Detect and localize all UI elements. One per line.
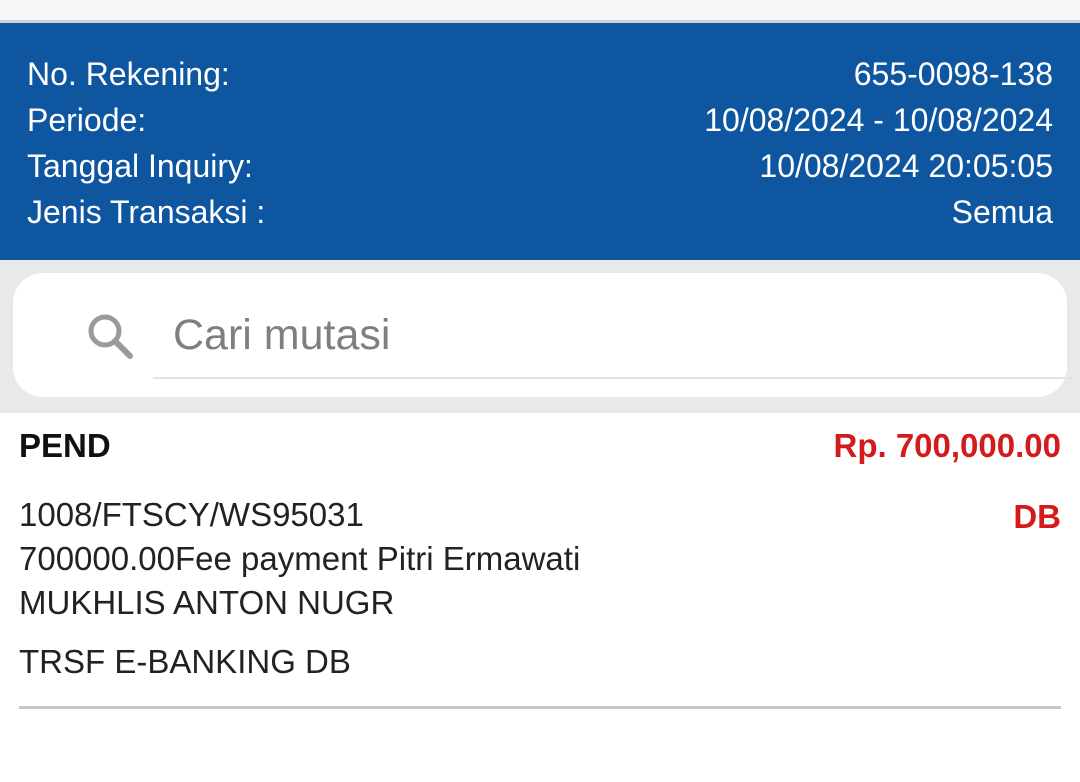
period-row: Periode: 10/08/2024 - 10/08/2024 [27,97,1053,143]
account-row: No. Rekening: 655-0098-138 [27,51,1053,97]
top-strip [0,0,1080,23]
transaction-item[interactable]: PEND Rp. 700,000.00 1008/FTSCY/WS95031 7… [0,413,1080,782]
period-label: Periode: [27,101,147,138]
transaction-type-badge: DB [1013,498,1061,535]
transaction-category: TRSF E-BANKING DB [19,643,351,680]
inquiry-date-label: Tanggal Inquiry: [27,147,253,184]
transaction-description-line: MUKHLIS ANTON NUGR [19,584,395,621]
search-area [0,260,1080,413]
search-icon[interactable] [85,311,135,361]
transaction-type-label: Jenis Transaksi : [27,193,266,230]
transaction-type-value: Semua [951,193,1053,230]
transaction-type-row: Jenis Transaksi : Semua [27,189,1053,235]
search-input[interactable] [153,293,1073,379]
inquiry-date-row: Tanggal Inquiry: 10/08/2024 20:05:05 [27,143,1053,189]
transaction-description-line: 700000.00Fee payment Pitri Ermawati [19,540,581,577]
inquiry-date-value: 10/08/2024 20:05:05 [759,147,1053,184]
search-box[interactable] [13,273,1073,397]
account-label: No. Rekening: [27,55,230,92]
transaction-description: 1008/FTSCY/WS95031 700000.00Fee payment … [19,493,580,625]
account-value: 655-0098-138 [853,55,1053,92]
divider [19,706,1061,709]
transaction-description-line: 1008/FTSCY/WS95031 [19,496,364,533]
period-value: 10/08/2024 - 10/08/2024 [704,101,1053,138]
account-info-header: No. Rekening: 655-0098-138 Periode: 10/0… [0,23,1080,260]
transaction-amount: Rp. 700,000.00 [833,427,1062,464]
transaction-status: PEND [19,427,111,464]
